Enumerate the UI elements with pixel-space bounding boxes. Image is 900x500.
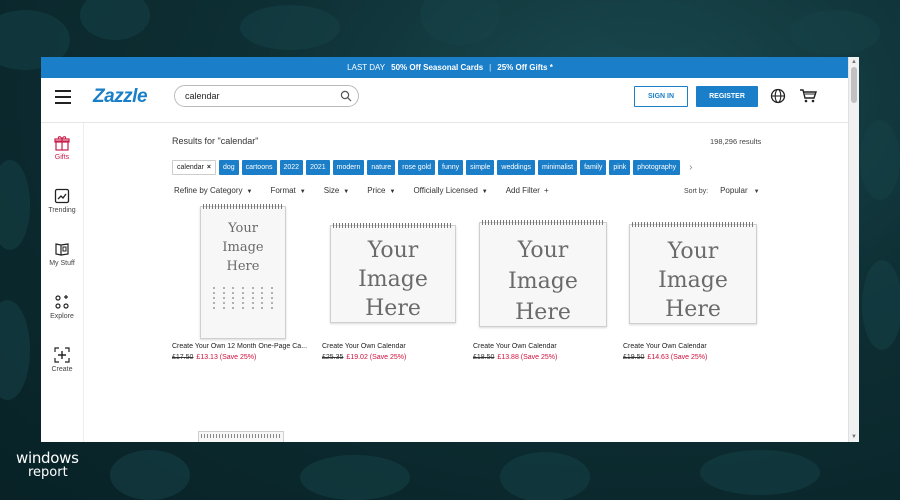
product-image[interactable]: Your Image Here (479, 220, 607, 327)
menu-icon[interactable] (55, 90, 71, 104)
results-count: 198,296 results (710, 137, 762, 146)
caret-down-icon: ▼ (343, 189, 350, 195)
chip-minimalist[interactable]: minimalist (537, 160, 578, 175)
chip-modern[interactable]: modern (332, 160, 365, 175)
sidebar-item-create[interactable]: Create (41, 347, 83, 373)
filter-size[interactable]: Size ▼ (324, 186, 350, 195)
cart-icon[interactable] (799, 88, 817, 104)
zazzle-logo[interactable]: Zazzle (93, 86, 148, 108)
browser-window: LAST DAY 50% Off Seasonal Cards | 25% Of… (41, 57, 859, 442)
plus-icon: + (543, 186, 549, 195)
chip-simple[interactable]: simple (466, 160, 495, 175)
caret-down-icon: ▼ (753, 189, 760, 195)
chip-photography[interactable]: photography (633, 160, 681, 175)
sort-label: Sort by: (684, 188, 709, 195)
sort-value: Popular (720, 186, 748, 195)
chip-funny[interactable]: funny (438, 160, 464, 175)
filter-format[interactable]: Format ▼ (270, 186, 305, 195)
chip-pink[interactable]: pink (609, 160, 631, 175)
calendar-grid (209, 287, 277, 309)
product-title[interactable]: Create Your Own Calendar (322, 343, 462, 350)
sidebar-item-explore[interactable]: Explore (41, 294, 83, 320)
promo-last-day: LAST DAY (347, 63, 386, 72)
sidebar-item-label: My Stuff (49, 260, 75, 267)
keyword-chips: calendar × dog cartoons 2022 2021 modern… (172, 160, 693, 175)
trending-icon (54, 188, 70, 204)
promo-cards: 50% Off Seasonal Cards (391, 63, 484, 72)
chip-cartoons[interactable]: cartoons (241, 160, 277, 175)
sign-in-button[interactable]: SIGN IN (634, 86, 688, 107)
caret-down-icon: ▼ (481, 189, 488, 195)
filter-bar: Refine by Category ▼ Format ▼ Size ▼ Price ▼… (174, 186, 567, 195)
create-icon (54, 347, 70, 363)
remove-chip-icon[interactable]: × (207, 164, 211, 171)
promo-separator: | (489, 63, 492, 72)
product-title[interactable]: Create Your Own 12 Month One-Page Ca... (172, 343, 312, 350)
filter-price[interactable]: Price ▼ (367, 186, 395, 195)
chip-nature[interactable]: nature (367, 160, 396, 175)
sort-control[interactable]: Sort by: Popular ▼ (684, 186, 760, 195)
search-icon[interactable] (340, 90, 352, 102)
scrollbar-thumb[interactable] (851, 67, 857, 103)
page-scrollbar[interactable]: ▲ ▼ (848, 57, 859, 442)
sidebar-item-my-stuff[interactable]: My Stuff (41, 241, 83, 267)
chip-rose-gold[interactable]: rose gold (398, 160, 436, 175)
sidebar-item-label: Create (51, 366, 73, 373)
chip-dog[interactable]: dog (218, 160, 239, 175)
sidebar-item-gifts[interactable]: Gifts (41, 135, 83, 161)
caret-down-icon: ▼ (246, 189, 253, 195)
chip-2022[interactable]: 2022 (279, 160, 304, 175)
product-image[interactable]: Your Image Here (200, 204, 286, 339)
scroll-down-icon[interactable]: ▼ (851, 434, 857, 440)
product-image[interactable]: Your Image Here (330, 223, 456, 323)
globe-icon[interactable] (770, 88, 786, 104)
chip-weddings[interactable]: weddings (497, 160, 535, 175)
promo-banner[interactable]: LAST DAY 50% Off Seasonal Cards | 25% Of… (41, 57, 859, 78)
promo-gifts: 25% Off Gifts * (497, 63, 553, 72)
results-title: Results for "calendar" (172, 136, 259, 146)
product-title[interactable]: Create Your Own Calendar (473, 343, 613, 350)
my-stuff-icon (55, 243, 69, 256)
explore-icon (55, 295, 69, 309)
product-price: £17.50 £13.13 (Save 25%) (172, 354, 257, 361)
register-button[interactable]: REGISTER (696, 86, 758, 107)
product-price: £25.35 £19.02 (Save 25%) (322, 354, 407, 361)
product-image-partial[interactable] (198, 431, 284, 442)
site-header: Zazzle SIGN IN REGISTER (41, 78, 849, 123)
product-price: £19.50 £14.63 (Save 25%) (623, 354, 708, 361)
chip-selected-calendar[interactable]: calendar × (172, 160, 216, 175)
sidebar-item-trending[interactable]: Trending (41, 188, 83, 214)
scroll-up-icon[interactable]: ▲ (851, 59, 857, 65)
product-title[interactable]: Create Your Own Calendar (623, 343, 763, 350)
sidebar-item-label: Trending (48, 207, 76, 214)
chevron-right-icon[interactable]: › (689, 162, 692, 173)
search-box[interactable] (174, 85, 359, 107)
sidebar-item-label: Gifts (54, 154, 70, 161)
sidebar-nav: Gifts Trending My Stuff Explore Create (41, 123, 84, 442)
add-filter-button[interactable]: Add Filter + (506, 186, 549, 195)
chip-family[interactable]: family (580, 160, 607, 175)
filter-licensed[interactable]: Officially Licensed ▼ (413, 186, 487, 195)
sidebar-item-label: Explore (50, 313, 74, 320)
caret-down-icon: ▼ (299, 189, 306, 195)
chip-2021[interactable]: 2021 (306, 160, 330, 175)
gift-icon (54, 136, 70, 151)
filter-category[interactable]: Refine by Category ▼ (174, 186, 252, 195)
product-image[interactable]: Your Image Here (629, 222, 757, 324)
windows-report-watermark: windows report (16, 449, 79, 480)
caret-down-icon: ▼ (389, 189, 396, 195)
search-input[interactable] (183, 90, 337, 102)
product-price: £18.50 £13.88 (Save 25%) (473, 354, 558, 361)
